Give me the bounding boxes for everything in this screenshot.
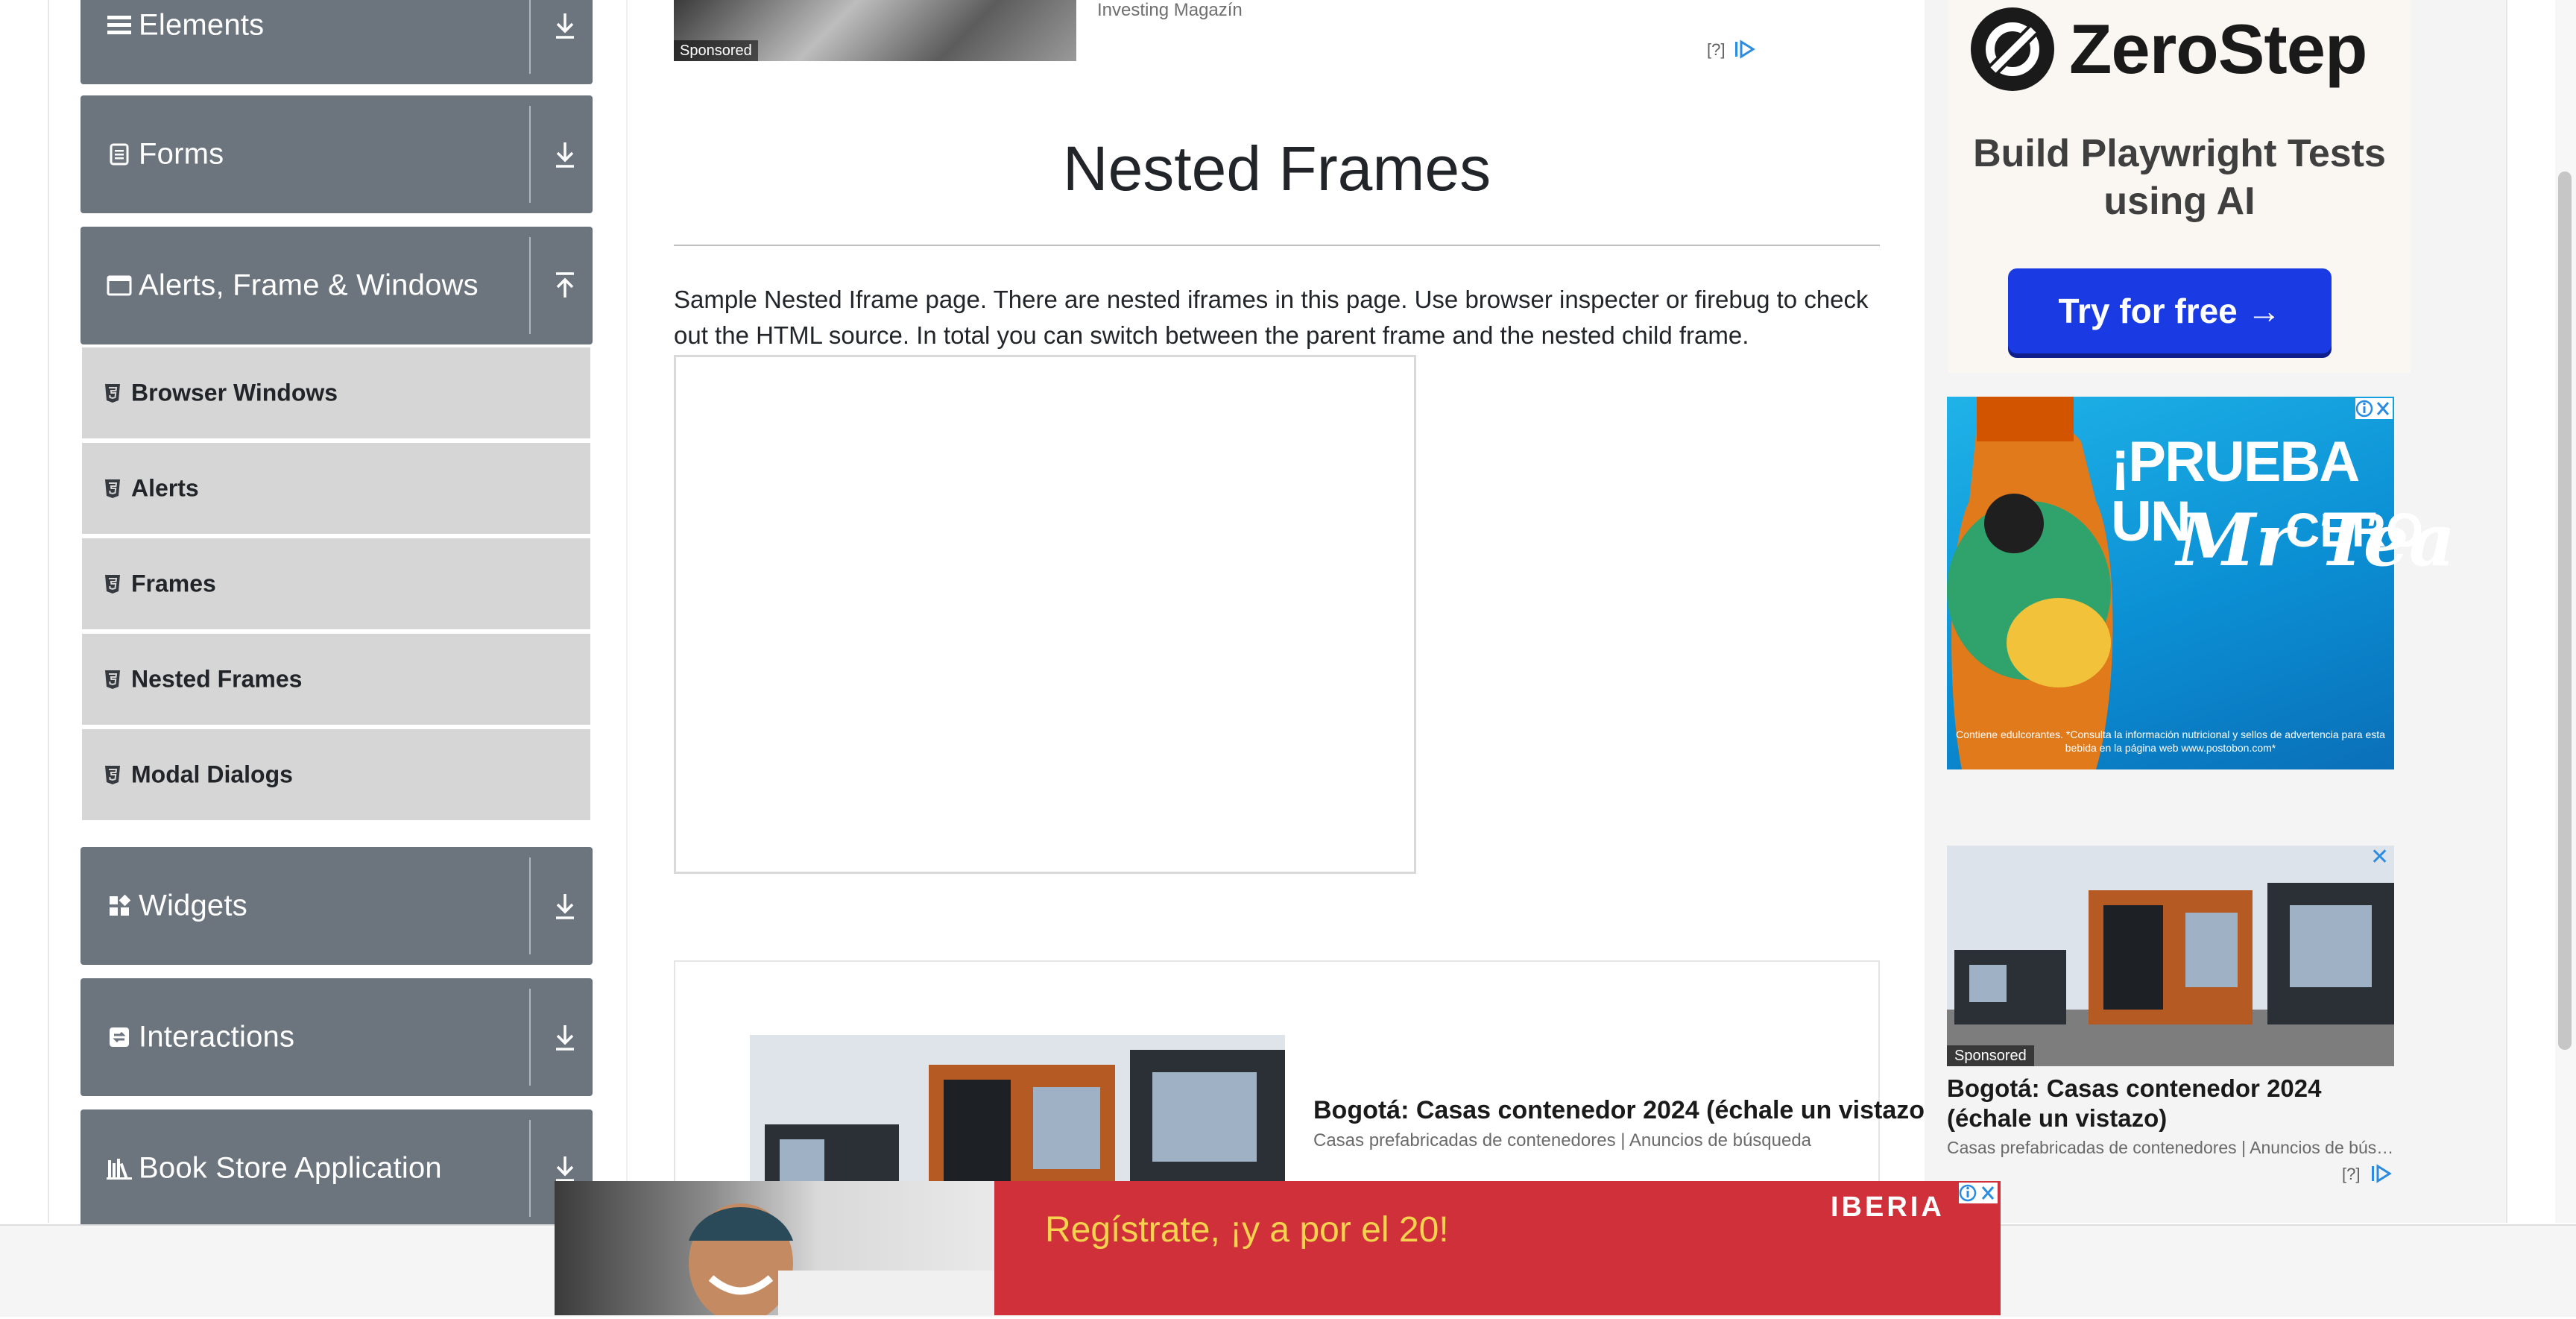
sidebar-group-alerts-frame-windows[interactable]: Alerts, Frame & Windows xyxy=(80,227,593,344)
sidebar-item-alerts[interactable]: Alerts xyxy=(82,443,590,537)
banner-photo xyxy=(555,1181,994,1319)
group-divider xyxy=(529,1120,531,1217)
sidebar-item-label: Alerts xyxy=(131,474,199,502)
sidebar-item-frames[interactable]: Frames xyxy=(82,538,590,632)
expand-arrow-icon[interactable] xyxy=(552,1022,578,1052)
adchoices-icon[interactable] xyxy=(2370,1163,2394,1184)
group-divider xyxy=(529,0,531,74)
collapse-arrow-icon[interactable] xyxy=(552,271,578,300)
sidebar-item-label: Frames xyxy=(131,570,216,597)
inline-ad-subtitle: Casas prefabricadas de contenedores | An… xyxy=(1313,1130,1812,1150)
sidebar-item-modal-dialogs[interactable]: Modal Dialogs xyxy=(82,729,590,823)
parent-iframe[interactable] xyxy=(674,355,1416,874)
group-divider xyxy=(529,237,531,334)
sidebar-group-interactions[interactable]: Interactions xyxy=(80,978,593,1096)
sidebar-group-widgets[interactable]: Widgets xyxy=(80,847,593,965)
ad-help-link[interactable]: [?] xyxy=(1707,40,1725,60)
window-icon xyxy=(106,272,133,299)
sidebar-group-label: Forms xyxy=(139,137,224,171)
side-ad-image[interactable] xyxy=(1947,846,2394,1066)
books-icon xyxy=(106,1155,133,1182)
page-title: Nested Frames xyxy=(1062,133,1491,204)
sidebar-item-label: Modal Dialogs xyxy=(131,761,293,788)
group-divider xyxy=(529,106,531,203)
html5-icon xyxy=(105,384,120,403)
group-divider xyxy=(529,857,531,954)
sidebar-group-forms[interactable]: Forms xyxy=(80,95,593,213)
sponsored-label: Sponsored xyxy=(1947,1045,2034,1066)
document-icon xyxy=(106,141,133,168)
inline-ad-title[interactable]: Bogotá: Casas contenedor 2024 (échale un… xyxy=(1313,1096,1933,1125)
sidebar-item-nested-frames[interactable]: Nested Frames xyxy=(82,634,590,728)
sidebar-group-label: Widgets xyxy=(139,889,247,922)
group-divider xyxy=(529,989,531,1086)
top-ad-source[interactable]: Investing Magazín xyxy=(1097,0,1243,21)
close-icon[interactable]: ✕ xyxy=(2370,844,2389,870)
sponsored-label: Sponsored xyxy=(674,40,758,61)
page-description: Sample Nested Iframe page. There are nes… xyxy=(674,286,1869,349)
side-ad-title[interactable]: Bogotá: Casas contenedor 2024 (échale un… xyxy=(1947,1074,2394,1133)
sidebar-group-label: Alerts, Frame & Windows xyxy=(139,268,479,302)
zerostep-logo-icon xyxy=(1971,7,2054,91)
expand-arrow-icon[interactable] xyxy=(552,139,578,169)
sidebar-divider xyxy=(626,0,628,1223)
scrollbar-thumb[interactable] xyxy=(2558,171,2572,1050)
side-ad-subtitle: Casas prefabricadas de contenedores | An… xyxy=(1947,1138,2394,1157)
zerostep-tagline: Build Playwright Tests using AI xyxy=(1973,132,2386,223)
left-rail-divider xyxy=(48,0,49,1223)
sidebar-group-elements[interactable]: Elements xyxy=(80,0,593,84)
sidebar-item-label: Nested Frames xyxy=(131,665,303,693)
zerostep-brand: ZeroStep xyxy=(2069,10,2367,88)
banner-close-controls[interactable] xyxy=(1959,1183,1998,1203)
widgets-icon xyxy=(106,893,133,919)
tea-ad-variant: CERO xyxy=(2285,503,2423,557)
expand-arrow-icon[interactable] xyxy=(552,10,578,40)
html5-icon xyxy=(105,670,120,689)
ad-close-controls[interactable] xyxy=(2355,398,2393,419)
try-for-free-button[interactable]: Try for free → xyxy=(2008,268,2332,353)
banner-slogan: Regístrate, ¡y a por el 20! xyxy=(1045,1210,1449,1250)
sidebar-group-label: Book Store Application xyxy=(139,1151,442,1185)
iberia-logo: IBERIA xyxy=(1831,1191,1945,1223)
expand-arrow-icon[interactable] xyxy=(552,891,578,921)
interactions-icon xyxy=(106,1024,133,1051)
right-column-edge xyxy=(2506,0,2507,1223)
sidebar-group-book-store[interactable]: Book Store Application xyxy=(80,1109,593,1227)
html5-icon xyxy=(105,766,120,784)
ad-help-link[interactable]: [?] xyxy=(2342,1165,2360,1184)
html5-icon xyxy=(105,479,120,498)
tea-ad-fine-print: Contiene edulcorantes. *Consulta la info… xyxy=(1956,728,2385,754)
sidebar-group-label: Interactions xyxy=(139,1020,295,1054)
sidebar-group-label: Elements xyxy=(139,8,265,42)
hamburger-icon xyxy=(106,12,133,39)
expand-arrow-icon[interactable] xyxy=(552,1153,578,1183)
sidebar-item-browser-windows[interactable]: Browser Windows xyxy=(82,347,590,441)
sidebar-item-label: Browser Windows xyxy=(131,379,338,406)
adchoices-icon[interactable] xyxy=(1734,39,1758,60)
html5-icon xyxy=(105,575,120,594)
title-divider xyxy=(674,245,1880,246)
